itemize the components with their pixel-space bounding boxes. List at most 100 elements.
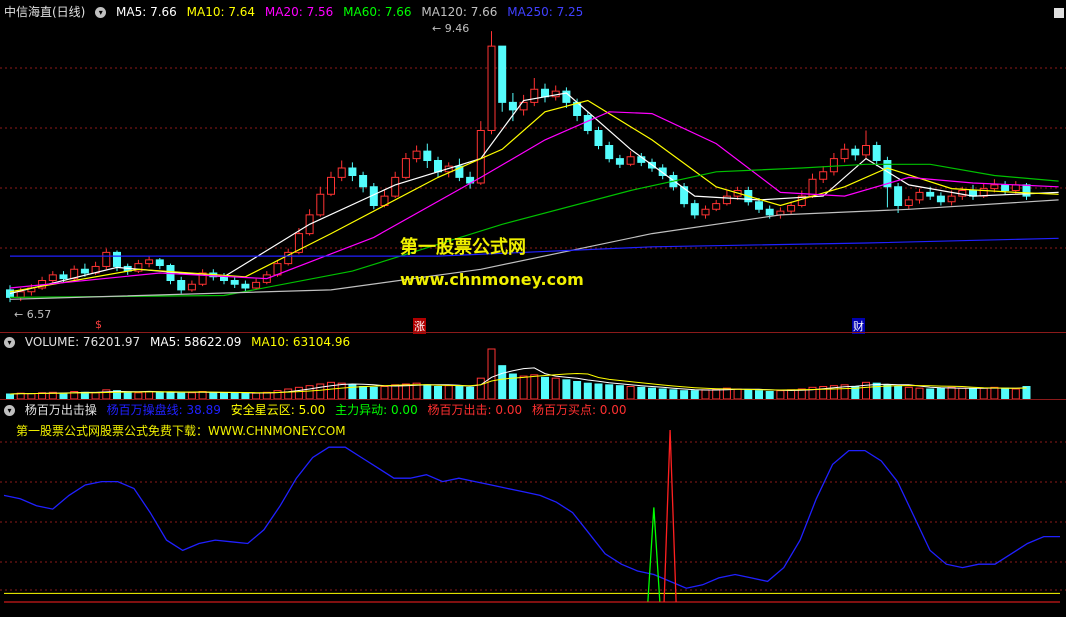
volume-bar [434, 386, 442, 400]
volume-bar [883, 384, 892, 400]
low-price-label: ← 6.57 [14, 308, 52, 321]
volume-bar [519, 375, 528, 400]
collapse-icon[interactable]: ▾ [95, 7, 107, 18]
yang-line-label: 杨百万操盘线: 38.89 [106, 403, 221, 417]
volume-ma5-label: MA5: 58622.09 [150, 335, 242, 349]
yang-buy-label: 杨百万买点: 0.00 [531, 403, 627, 417]
volume-bar [562, 379, 571, 400]
candle-body [155, 259, 164, 266]
volume-bar [1011, 388, 1020, 400]
price-chart-pane[interactable]: 中信海直(日线) ▾ MA5: 7.66 MA10: 7.64 MA20: 7.… [0, 0, 1066, 334]
volume-bar [466, 386, 475, 400]
volume-bar [487, 348, 496, 400]
candle-body [48, 274, 57, 281]
volume-bar [648, 387, 656, 400]
candle-body [145, 259, 154, 265]
candle-body [872, 145, 881, 161]
ma250-label: MA250: 7.25 [507, 5, 584, 19]
volume-bar [573, 381, 582, 400]
event-marker-1[interactable]: $ [95, 318, 102, 331]
volume-pane[interactable]: ▾ VOLUME: 76201.97 MA5: 58622.09 MA10: 6… [0, 333, 1066, 400]
collapse-icon[interactable]: ▾ [4, 405, 15, 416]
candle-body [498, 45, 507, 103]
candle-body [16, 291, 25, 298]
volume-bar [391, 384, 400, 400]
price-legend: 中信海直(日线) ▾ MA5: 7.66 MA10: 7.64 MA20: 7.… [4, 3, 589, 21]
candle-body [177, 280, 186, 291]
stock-title[interactable]: 中信海直(日线) [4, 5, 85, 19]
volume-bar [337, 382, 346, 400]
volume-bar [359, 386, 368, 400]
volume-bar [209, 391, 218, 400]
volume-bar [915, 387, 924, 400]
volume-bar [305, 385, 314, 400]
candle-body [391, 176, 400, 197]
candle-body [819, 171, 828, 180]
low-price-value: 6.57 [26, 308, 52, 321]
corner-square-icon[interactable] [1054, 8, 1064, 18]
candle-body [541, 88, 549, 98]
candle-body [990, 184, 999, 190]
indicator-name[interactable]: 杨百万出击操 [25, 403, 97, 417]
volume-bar [936, 387, 945, 400]
candle-body [252, 281, 261, 289]
volume-bar [380, 386, 389, 400]
candle-body [787, 205, 796, 212]
volume-bar [990, 386, 999, 400]
indicator-pane[interactable]: ▾ 杨百万出击操 杨百万操盘线: 38.89 安全星云区: 5.00 主力异动:… [0, 400, 1066, 617]
volume-bar [958, 387, 967, 400]
volume-ma10-label: MA10: 63104.96 [251, 335, 351, 349]
volume-bar [755, 390, 763, 400]
volume-label: VOLUME: 76201.97 [24, 335, 141, 349]
volume-bar [541, 376, 549, 400]
volume-bar [733, 388, 742, 400]
volume-bar [284, 388, 293, 400]
candle-body [904, 199, 913, 206]
volume-bar [947, 386, 956, 400]
volume-bar [926, 388, 935, 400]
volume-bar [605, 384, 614, 400]
volume-bar [327, 381, 335, 400]
volume-bar [680, 390, 689, 400]
candle-body [412, 150, 421, 160]
volume-bar [744, 389, 753, 400]
volume-bar [594, 383, 603, 400]
volume-bar [626, 386, 635, 400]
yang-operation-line [3, 446, 1060, 589]
candle-body [1011, 184, 1020, 191]
candle-body [829, 158, 838, 173]
candle-body [701, 208, 710, 216]
candle-body [530, 88, 539, 103]
candle-body [915, 191, 924, 201]
volume-bar [455, 386, 464, 400]
volume-bar [690, 390, 699, 400]
candle-body [680, 186, 689, 205]
candle-body [840, 148, 849, 160]
ma20-label: MA20: 7.56 [264, 5, 334, 19]
candle-body [690, 203, 699, 216]
candle-body [862, 145, 870, 156]
volume-bar [765, 391, 774, 400]
candle-body [755, 201, 763, 210]
ma10-label: MA10: 7.64 [186, 5, 256, 19]
candle-body [337, 167, 346, 178]
volume-bar [637, 386, 646, 400]
candle-body [102, 251, 111, 267]
candle-body [894, 186, 903, 206]
candle-body [712, 203, 721, 210]
ma250-line [10, 237, 1059, 257]
volume-bar [701, 389, 710, 400]
watermark-url: www.chnmoney.com [400, 270, 584, 289]
volume-bar [498, 365, 507, 400]
watermark-title: 第一股票公式网 [400, 237, 526, 258]
ma5-label: MA5: 7.66 [116, 5, 177, 19]
volume-bar [979, 387, 988, 400]
candle-body [59, 274, 68, 280]
volume-bar [316, 383, 325, 400]
candle-body [187, 283, 196, 291]
safe-zone-label: 安全星云区: 5.00 [230, 403, 326, 417]
candle-body [765, 208, 774, 216]
collapse-icon[interactable]: ▾ [4, 337, 15, 348]
volume-bar [369, 386, 378, 400]
volume-bar [530, 374, 539, 400]
